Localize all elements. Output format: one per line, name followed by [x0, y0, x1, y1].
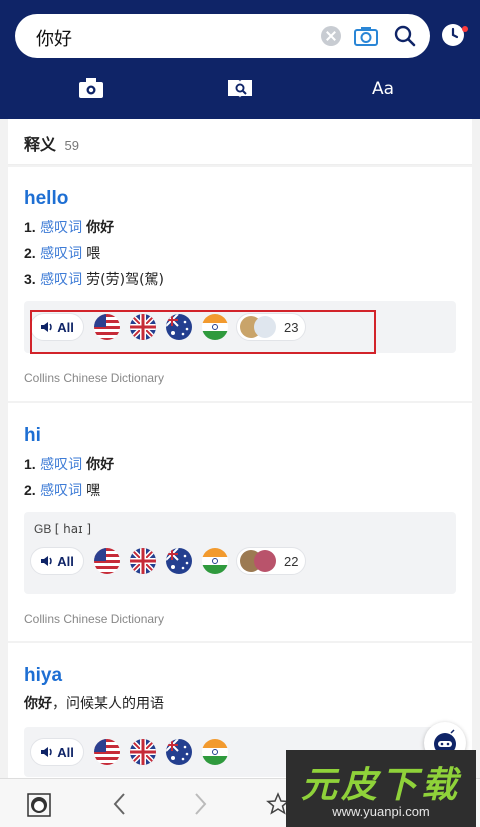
- headword[interactable]: hi: [24, 425, 456, 447]
- forward-arrow-icon[interactable]: [192, 792, 208, 816]
- search-icon[interactable]: [393, 24, 417, 48]
- search-bar[interactable]: 你好: [15, 14, 430, 58]
- clear-icon[interactable]: [321, 26, 341, 46]
- notification-dot: [462, 26, 468, 32]
- play-all-button[interactable]: All: [30, 738, 84, 766]
- headword[interactable]: hello: [24, 188, 456, 210]
- pronunciation-box: GB [ haɪ ] All 22: [24, 512, 456, 594]
- uk-flag-icon[interactable]: [130, 548, 156, 574]
- entry-card-hi: hi 1. 感叹词 你好 2. 感叹词嘿 GB [ haɪ ] All 22 C…: [8, 403, 472, 641]
- mascot-icon[interactable]: [26, 792, 52, 818]
- app-header: 你好 Aa: [0, 0, 480, 119]
- watermark-title: 元皮下载: [300, 765, 461, 806]
- watermark-logo: 元皮下载 www.yuanpi.com: [286, 750, 476, 827]
- book-scan-icon[interactable]: [226, 76, 254, 100]
- ipa-line: GB [ haɪ ]: [34, 522, 92, 536]
- user-pronunciations-button[interactable]: 22: [236, 547, 306, 575]
- watermark-url: www.yuanpi.com: [332, 804, 430, 819]
- user-avatar: [254, 550, 276, 572]
- headword[interactable]: hiya: [24, 665, 456, 687]
- play-all-button[interactable]: All: [30, 547, 84, 575]
- section-count: 59: [64, 138, 79, 153]
- camera-search-icon[interactable]: [353, 24, 379, 48]
- entry-card-hello: hello 1. 感叹词 你好 2. 感叹词喂 3. 感叹词 劳(劳)驾(駕) Al…: [8, 167, 472, 401]
- dictionary-source: Collins Chinese Dictionary: [24, 371, 165, 385]
- search-input[interactable]: 你好: [36, 25, 72, 51]
- australia-flag-icon[interactable]: [166, 548, 192, 574]
- definition-item: 2. 感叹词喂: [24, 245, 101, 262]
- definition-item: 3. 感叹词 劳(劳)驾(駕): [24, 271, 164, 288]
- uk-flag-icon[interactable]: [130, 739, 156, 765]
- pos-link[interactable]: 感叹词: [40, 457, 82, 473]
- definitions-section-header: 释义 59: [8, 119, 472, 165]
- results-list: 释义 59 hello 1. 感叹词 你好 2. 感叹词喂 3. 感叹词 劳(劳)驾…: [8, 119, 472, 785]
- back-arrow-icon[interactable]: [112, 792, 128, 816]
- speaker-icon: [41, 556, 52, 566]
- australia-flag-icon[interactable]: [166, 739, 192, 765]
- dictionary-source: Collins Chinese Dictionary: [24, 612, 165, 626]
- section-title: 释义: [24, 135, 57, 154]
- definition-item: 2. 感叹词嘿: [24, 482, 101, 499]
- pos-link[interactable]: 感叹词: [40, 272, 82, 288]
- india-flag-icon[interactable]: [202, 739, 228, 765]
- definition-item: 1. 感叹词 你好: [24, 456, 115, 473]
- pos-link[interactable]: 感叹词: [40, 246, 82, 262]
- us-flag-icon[interactable]: [94, 739, 120, 765]
- india-flag-icon[interactable]: [202, 548, 228, 574]
- text-translate-button[interactable]: Aa: [372, 79, 412, 103]
- photo-translate-icon[interactable]: [77, 76, 105, 100]
- speaker-icon: [41, 747, 52, 757]
- definition-item: 你好，问候某人的用语: [24, 696, 164, 712]
- pos-link[interactable]: 感叹词: [40, 220, 82, 236]
- highlight-box: [30, 310, 376, 354]
- pos-link[interactable]: 感叹词: [40, 483, 82, 499]
- us-flag-icon[interactable]: [94, 548, 120, 574]
- definition-item: 1. 感叹词 你好: [24, 219, 115, 236]
